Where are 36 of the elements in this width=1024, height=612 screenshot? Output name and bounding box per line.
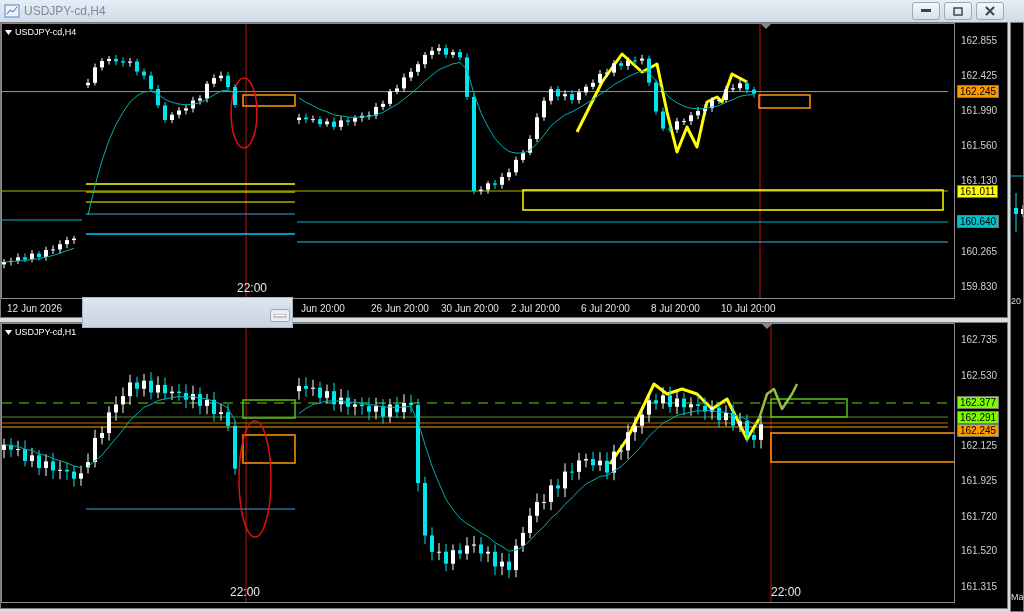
time-axis-label: 30 Jun 20:00: [441, 301, 500, 316]
price-tick-label: 161.130: [961, 175, 998, 187]
price-tick-label: 161.315: [961, 581, 998, 593]
price-tick-label: 162.530: [961, 369, 998, 382]
price-tick-label: 160.265: [961, 245, 998, 258]
time-marker-label: 22:00: [230, 586, 261, 598]
price-tick-label: 161.560: [961, 140, 998, 153]
price-tick-label: 161.990: [961, 105, 998, 118]
time-marker-label: 22:00: [771, 586, 802, 598]
chart-symbol-label: USDJPY-cd,H1: [15, 326, 77, 339]
time-axis-label: 6 Jul 20:00: [581, 301, 631, 316]
time-axis-label: 10 Jul 20:00: [721, 301, 777, 316]
price-tag: 160.640: [957, 215, 1000, 229]
price-tag: 162.245: [957, 84, 1000, 98]
price-tick-label: 162.855: [961, 35, 998, 47]
time-axis-label: 2 Jul 20:00: [511, 301, 561, 316]
time-axis-label: 20: [1011, 295, 1021, 308]
time-axis-label: 12 Jun 2026: [7, 302, 63, 314]
price-tick-label: 159.830: [961, 281, 998, 293]
chart-symbol-label: USDJPY-cd,H4: [15, 26, 77, 39]
time-axis-label: 26 Jun 20:00: [371, 301, 430, 316]
price-tag: 162.377: [957, 396, 1000, 410]
price-tag: 161.011: [957, 184, 999, 198]
price-tick-label: 161.925: [961, 474, 998, 487]
price-tick-label: 162.735: [961, 334, 998, 346]
price-tick-label: 161.720: [961, 510, 998, 523]
time-axis-label: Jun 20:00: [301, 301, 346, 316]
window-title: USDJPY-cd,H4: [24, 3, 106, 20]
price-tick-label: 162.125: [961, 440, 998, 453]
time-axis-label: Ma: [1011, 591, 1023, 604]
price-tick-label: 162.425: [961, 69, 998, 82]
price-tick-label: 161.520: [961, 545, 998, 558]
price-tag: 162.291: [957, 411, 1000, 425]
time-marker-label: 22:00: [237, 282, 268, 294]
price-tag: 162.245: [957, 424, 1000, 438]
time-axis-label: 8 Jul 20:00: [651, 301, 701, 316]
